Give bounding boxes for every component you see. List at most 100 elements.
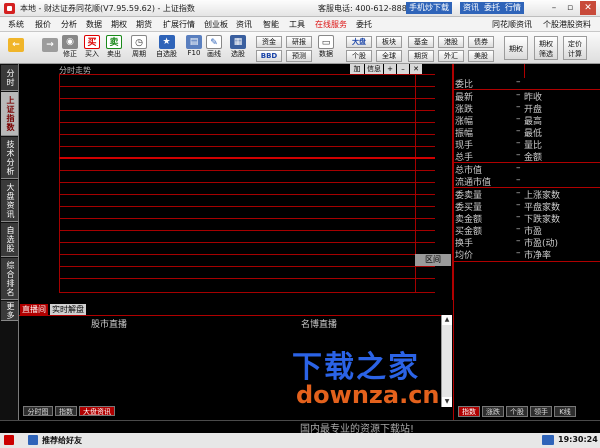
chart-zoom-in-button[interactable]: + [384,64,396,74]
hk-stock-button[interactable]: 港股 [438,36,464,48]
menu-smart[interactable]: 智能 [263,19,279,30]
us-stock-button[interactable]: 美股 [468,50,494,62]
fund-button[interactable]: 基金 [408,36,434,48]
forward-button[interactable]: → [42,38,58,52]
forecast-button[interactable]: 预测 [286,50,312,62]
tab-more[interactable]: 更多 [1,301,18,321]
watermark-domain: downza.cn [296,381,440,409]
chart-grid [59,170,435,171]
chart-grid [59,194,435,195]
menu-data[interactable]: 数据 [86,19,102,30]
hotline-text: 客服电话: 400-612-8888 [318,4,412,13]
chart-info-button[interactable]: 信息 [365,64,383,74]
chart-grid [59,182,435,183]
chart-zoom-out-button[interactable]: – [397,64,409,74]
buy-button[interactable]: 买 买入 [84,35,100,59]
quote-value: – [516,236,521,246]
quotes-link[interactable]: 行情 [502,2,524,14]
menu-tools[interactable]: 工具 [289,19,305,30]
intraday-chart[interactable]: 分时走势 加 信息 + – ✕ 区间 [19,64,453,300]
buy-icon: 买 [84,35,100,49]
menu-gem[interactable]: 创业板 [204,19,228,30]
recommend-friend-link[interactable]: 推荐给好友 [42,435,82,446]
data-button[interactable]: ▭ 数据 [318,35,334,59]
tab-index[interactable]: 指数 [55,406,77,416]
individual-stock-button[interactable]: 个股 [346,50,372,62]
pricing-calculator-button[interactable]: 定价 计算 [563,36,587,60]
quote-tab-stock[interactable]: 个股 [506,406,528,417]
capital-button[interactable]: 资金 [256,36,282,48]
research-button[interactable]: 研报 [286,36,312,48]
chart-grid [59,74,435,75]
menu-system[interactable]: 系统 [8,19,24,30]
menu-news[interactable]: 资讯 [236,19,252,30]
tab-market-news[interactable]: 大盘资讯 [1,180,18,222]
quote-tab-change[interactable]: 涨跌 [482,406,504,417]
quote-value: – [516,126,521,136]
menu-trade[interactable]: 委托 [356,19,372,30]
quote-tab-index[interactable]: 指数 [458,406,480,417]
menu-futures[interactable]: 期货 [136,19,152,30]
menu-options[interactable]: 期权 [111,19,127,30]
back-button[interactable]: ← [8,38,24,52]
scroll-up-arrow-icon[interactable]: ▲ [442,315,452,325]
chart-add-button[interactable]: 加 [350,64,364,74]
quote-value: – [516,138,521,148]
status-clock: 19:30:24 [558,435,598,444]
watchlist-label: 自选股 [156,50,177,58]
sector-button[interactable]: 板块 [376,36,402,48]
tab-shanghai-index[interactable]: 上证指数 [1,92,18,136]
bond-button[interactable]: 债券 [468,36,494,48]
chart-grid [59,146,435,147]
tab-ranking[interactable]: 综合排名 [1,258,18,300]
close-button[interactable]: ✕ [580,1,596,15]
minimize-button[interactable]: – [546,1,562,15]
repair-icon: ◉ [62,35,78,49]
tab-time-chart[interactable]: 分时图 [23,406,53,416]
tab-live-commentary[interactable]: 实时解盘 [50,304,86,315]
chart-close-button[interactable]: ✕ [410,64,422,74]
tab-technical[interactable]: 技术分析 [1,137,18,179]
draw-line-button[interactable]: ✎ 画线 [206,35,222,59]
watchlist-button[interactable]: ★ 自选股 [156,35,177,59]
sell-button[interactable]: 卖 卖出 [106,35,122,59]
chart-grid [59,266,435,267]
global-button[interactable]: 全球 [376,50,402,62]
buy-label: 买入 [85,50,99,58]
f10-icon: ▤ [186,35,202,49]
quote-value: – [516,150,521,160]
futures-button[interactable]: 期货 [408,50,434,62]
menu-analysis[interactable]: 分析 [61,19,77,30]
quote-tab-kline[interactable]: K线 [554,406,576,417]
bbd-button[interactable]: BBD [256,50,282,62]
tab-watchlist[interactable]: 自选股 [1,223,18,257]
tab-intraday[interactable]: 分时走势 [1,65,18,91]
f10-button[interactable]: ▤ F10 [186,35,202,57]
quote-tab-lead[interactable]: 领手 [530,406,552,417]
menu-ths-news[interactable]: 同花顺资讯 [492,19,532,30]
period-button[interactable]: ◷ 周期 [131,35,147,59]
maximize-button[interactable]: ▫ [562,1,578,15]
star-icon: ★ [158,35,175,49]
news-link[interactable]: 资讯 [460,2,482,14]
menu-online-service[interactable]: 在线服务 [315,19,347,30]
market-button[interactable]: 大盘 [346,36,372,48]
menu-hk-stock-info[interactable]: 个股港股资料 [543,19,591,30]
tab-market-news-bottom[interactable]: 大盘资讯 [79,406,115,416]
chart-grid [59,110,435,111]
trade-link[interactable]: 委托 [481,2,503,14]
data-label: 数据 [319,50,333,58]
menu-quote[interactable]: 报价 [35,19,51,30]
menu-extended[interactable]: 扩展行情 [163,19,195,30]
mobile-download-link[interactable]: 手机炒下载 [406,2,452,14]
options-screener-button[interactable]: 期权 筛选 [534,36,558,60]
news-scrollbar[interactable]: ▲ ▼ [441,315,452,407]
chart-grid [59,218,435,219]
options-button[interactable]: 期权 [504,36,528,60]
stock-picker-button[interactable]: ▦ 选股 [230,35,246,59]
interval-button[interactable]: 区间 [415,254,451,266]
forex-button[interactable]: 外汇 [438,50,464,62]
news-header-line [19,315,441,316]
repair-button[interactable]: ◉ 修正 [62,35,78,59]
tab-live-room[interactable]: 直播间 [20,304,48,315]
